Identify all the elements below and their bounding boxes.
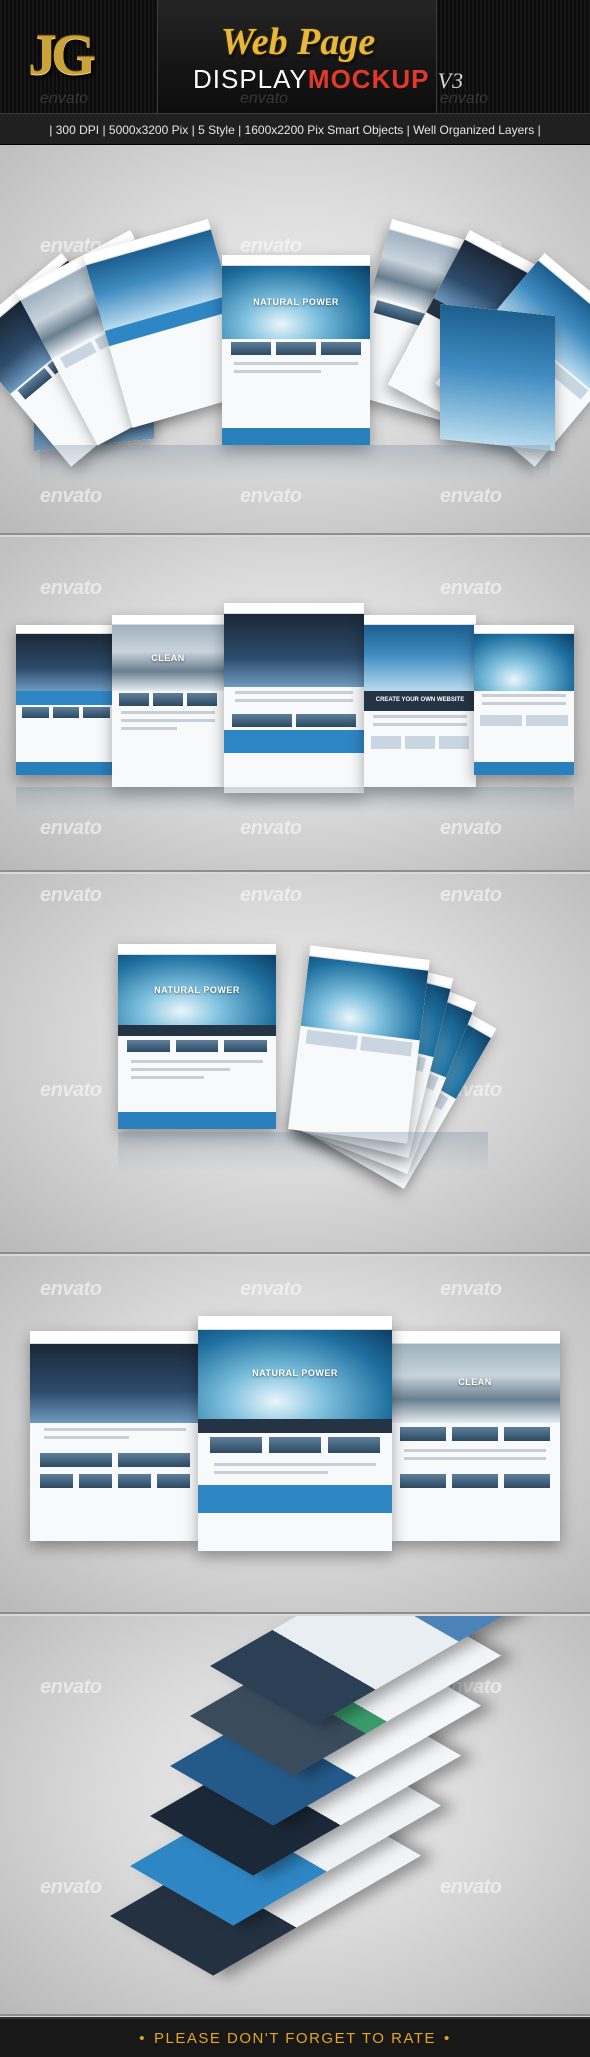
- page-preview: [30, 1331, 200, 1541]
- spec-bar: | 300 DPI | 5000x3200 Pix | 5 Style | 16…: [0, 113, 590, 145]
- hero-clean-label: CLEAN: [458, 1377, 492, 1388]
- envato-watermark: envato: [40, 577, 102, 599]
- preview-isometric-stack: envato envato envato envato envato: [0, 1616, 590, 2016]
- envato-watermark: envato: [440, 577, 502, 599]
- page-preview-center: NATURAL POWER: [222, 255, 370, 445]
- reflection: [118, 1132, 488, 1172]
- envato-watermark: envato: [240, 884, 302, 906]
- envato-watermark: envato: [440, 817, 502, 839]
- envato-watermark: envato: [240, 817, 302, 839]
- envato-watermark: envato: [240, 485, 302, 507]
- rate-footer: • PLEASE DON'T FORGET TO RATE •: [0, 2017, 590, 2057]
- envato-watermark: envato: [440, 1278, 502, 1300]
- page-preview: [440, 303, 555, 452]
- title-web-page: Web Page: [220, 21, 376, 63]
- page-preview: [16, 625, 116, 775]
- hero-clean-label: CLEAN: [151, 652, 185, 663]
- reflection: [16, 787, 574, 813]
- reflection: [40, 445, 550, 481]
- create-website-label: CREATE YOUR OWN WEBSITE: [375, 696, 465, 703]
- title-mockup: MOCKUP: [307, 64, 430, 94]
- title-display-mockup: DISPLAYMOCKUP V3: [193, 64, 464, 94]
- envato-watermark: envato: [440, 485, 502, 507]
- envato-watermark: envato: [40, 884, 102, 906]
- envato-watermark: envato: [40, 817, 102, 839]
- jg-logo: JG: [28, 22, 96, 87]
- hero-title: NATURAL POWER: [154, 984, 240, 995]
- envato-watermark: envato: [440, 90, 489, 107]
- title-panel: Web Page DISPLAYMOCKUP V3: [157, 0, 463, 113]
- bullet-icon: •: [444, 2030, 451, 2047]
- envato-watermark: envato: [40, 1278, 102, 1300]
- preview-row: envato envato envato envato envato CLEAN…: [0, 537, 590, 872]
- bullet-icon: •: [139, 2030, 146, 2047]
- rate-text: PLEASE DON'T FORGET TO RATE: [153, 2030, 437, 2047]
- isometric-stack: [110, 1616, 522, 2014]
- hero-title: NATURAL POWER: [252, 1367, 338, 1378]
- envato-watermark: envato: [40, 1876, 102, 1898]
- envato-watermark: envato: [240, 1278, 302, 1300]
- envato-watermark: envato: [40, 485, 102, 507]
- preview-fan-1: envato envato envato envato envato envat…: [0, 145, 590, 535]
- page-preview: CREATE YOUR OWN WEBSITE: [364, 615, 476, 787]
- page-preview-center: NATURAL POWER: [118, 944, 276, 1129]
- preview-trio: envato envato envato envato envato CLEAN…: [0, 1256, 590, 1614]
- envato-watermark: envato: [440, 884, 502, 906]
- page-preview: CLEAN: [390, 1331, 560, 1541]
- hero-title: NATURAL POWER: [253, 296, 339, 307]
- envato-watermark: envato: [40, 1676, 102, 1698]
- envato-watermark: envato: [240, 90, 289, 107]
- envato-watermark: envato: [40, 1079, 102, 1101]
- page-preview: CLEAN: [112, 615, 224, 787]
- page-preview-center: [224, 603, 364, 793]
- envato-watermark: envato: [40, 90, 89, 107]
- page-preview: [474, 625, 574, 775]
- header-banner: JG Web Page DISPLAYMOCKUP V3 envato enva…: [0, 0, 590, 113]
- page-preview-center: NATURAL POWER: [198, 1316, 392, 1551]
- preview-fan-2: envato envato envato envato envato NATUR…: [0, 874, 590, 1254]
- page-preview: [288, 945, 430, 1144]
